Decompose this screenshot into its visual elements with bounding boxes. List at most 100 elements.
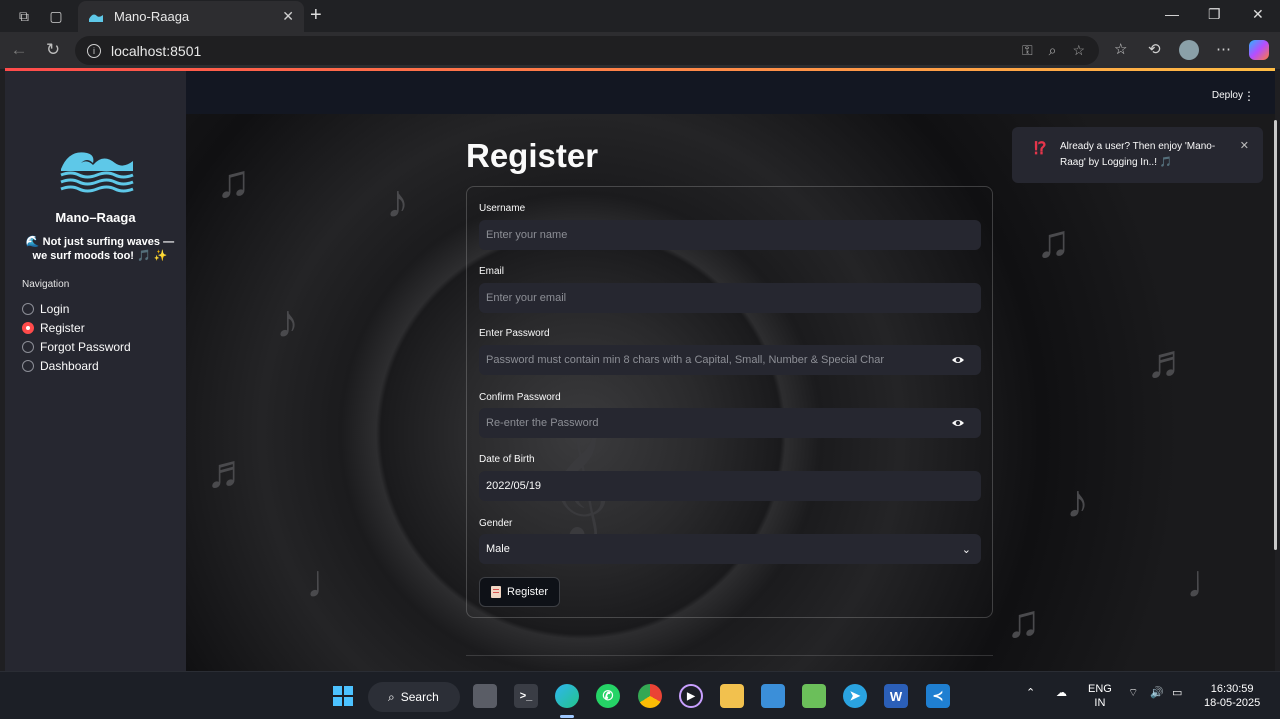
refresh-icon[interactable]: ↻ [43,40,63,60]
show-hidden-icons[interactable]: ⌃ [1026,686,1035,700]
music-note-icon: ♪ [386,175,409,227]
url-text: localhost:8501 [111,42,202,59]
music-note-icon: ♪ [1066,475,1089,527]
key-icon[interactable]: ⚿ [1022,42,1033,59]
close-tab-icon[interactable]: ✕ [282,8,294,25]
password-input[interactable]: Password must contain min 8 chars with a… [479,345,981,375]
main-menu-icon[interactable]: ⋮ [1243,89,1255,103]
confirm-password-input[interactable]: Re-enter the Password [479,408,981,438]
history-icon[interactable]: ⟲ [1148,40,1161,58]
word-icon[interactable]: W [884,684,908,708]
password-placeholder: Password must contain min 8 chars with a… [486,354,884,366]
scrollbar[interactable] [1274,120,1277,550]
whatsapp-icon[interactable]: ✆ [596,684,620,708]
chevron-down-icon[interactable]: ⌄ [962,543,971,556]
page-title: Register [466,137,599,174]
nav-radio-login[interactable]: Login [22,302,69,316]
gender-label: Gender [479,518,513,529]
show-confirm-password-eye-icon[interactable] [951,416,965,430]
address-bar-row: ← ↻ i localhost:8501 ⚿ ⌕ ☆ ☆ ⟲ ⋯ [0,32,1280,69]
toast-message: Already a user? Then enjoy 'Mano-Raag' b… [1060,141,1216,168]
gender-select[interactable]: Male ⌄ [479,534,981,564]
back-icon[interactable]: ← [9,40,29,60]
nav-radio-register[interactable]: Register [22,321,85,335]
copilot-icon[interactable] [1249,40,1269,64]
more-menu-icon[interactable]: ⋯ [1216,40,1231,58]
dob-date-input[interactable]: 2022/05/19 [479,471,981,501]
file-explorer-icon[interactable] [720,684,744,708]
profile-avatar[interactable] [1179,40,1199,64]
address-bar[interactable]: i localhost:8501 ⚿ ⌕ ☆ [75,36,1099,65]
nav-radio-dashboard[interactable]: Dashboard [22,359,99,373]
notepad-icon[interactable] [761,684,785,708]
register-form: Username Enter your name Email Enter you… [466,186,993,618]
music-note-icon: ♫ [216,155,251,207]
favorites-icon[interactable]: ☆ [1114,40,1127,58]
terminal-icon[interactable]: >_ [514,684,538,708]
clock-date: 18-05-2025 [1204,697,1261,709]
deploy-button[interactable]: Deploy [1212,90,1243,101]
chrome-icon[interactable] [638,684,662,708]
app-tagline: 🌊 Not just surfing waves — we surf moods… [25,236,175,262]
battery-icon[interactable]: ▭ [1172,686,1182,700]
nav-label-login: Login [40,302,70,316]
close-toast-icon[interactable]: ✕ [1240,139,1249,152]
nav-label-dashboard: Dashboard [40,359,99,373]
media-player-icon[interactable]: ▶ [679,684,703,708]
app-name: Mano–Raaga [55,210,136,225]
streamlit-app: Mano–Raaga 🌊 Not just surfing waves — we… [5,71,1275,671]
clock[interactable]: 16:30:59 18-05-2025 [1204,682,1260,710]
site-info-icon[interactable]: i [87,43,101,58]
divider [466,655,993,656]
register-button[interactable]: Register [479,577,560,607]
favorite-star-icon[interactable]: ☆ [1072,42,1085,59]
music-note-icon: ♫ [1006,595,1041,647]
minimize-icon[interactable]: — [1165,6,1179,22]
telegram-icon[interactable]: ➤ [843,684,867,708]
tab-actions-icon[interactable]: ▢ [46,6,66,26]
sidebar: Mano–Raaga 🌊 Not just surfing waves — we… [5,71,186,671]
music-note-icon: ♩ [1186,555,1232,607]
username-input[interactable]: Enter your name [479,220,981,250]
onedrive-icon[interactable]: ☁ [1056,686,1067,700]
search-label: Search [400,690,439,704]
new-tab-icon[interactable]: + [310,4,322,27]
wave-logo-icon [60,152,134,193]
radio-selected-icon[interactable] [22,322,34,334]
workspaces-icon[interactable]: ⧉ [14,6,34,26]
music-note-icon: ♩ [306,555,352,607]
show-password-eye-icon[interactable] [951,353,965,367]
taskbar-search[interactable]: ⌕ Search [368,682,460,712]
memo-icon [491,586,502,598]
email-label: Email [479,266,505,277]
username-placeholder: Enter your name [486,229,568,241]
browser-tab-bar: ⧉ ▢ Mano-Raaga ✕ + — ❐ ✕ [0,0,1280,32]
nav-radio-forgot-password[interactable]: Forgot Password [22,340,131,354]
restore-icon[interactable]: ❐ [1208,6,1221,23]
nav-label-register: Register [40,321,85,335]
radio-icon[interactable] [22,303,34,315]
nav-label-forgot-password: Forgot Password [40,340,131,354]
lang-line2: IN [1094,697,1106,709]
tab-title: Mano-Raaga [114,9,190,24]
confirm-password-placeholder: Re-enter the Password [486,417,599,429]
radio-icon[interactable] [22,360,34,372]
zoom-icon[interactable]: ⌕ [1049,42,1057,59]
notes-app-icon[interactable] [802,684,826,708]
wifi-icon[interactable]: ⌔ [1128,686,1138,700]
username-label: Username [479,203,526,214]
window-close-icon[interactable]: ✕ [1252,6,1264,23]
email-input[interactable]: Enter your email [479,283,981,313]
task-view-icon[interactable] [473,684,497,708]
edge-browser-icon[interactable] [555,684,579,708]
vscode-icon[interactable]: ≺ [926,684,950,708]
volume-icon[interactable]: 🔊 [1150,686,1164,700]
radio-icon[interactable] [22,341,34,353]
browser-tab[interactable]: Mano-Raaga ✕ [78,1,304,32]
music-note-icon: ♫ [1036,215,1071,267]
music-note-icon: ♬ [206,445,252,497]
language-indicator[interactable]: ENG IN [1088,682,1112,710]
windows-start-icon[interactable] [331,684,355,708]
register-button-label: Register [507,586,548,598]
password-label: Enter Password [479,328,550,339]
